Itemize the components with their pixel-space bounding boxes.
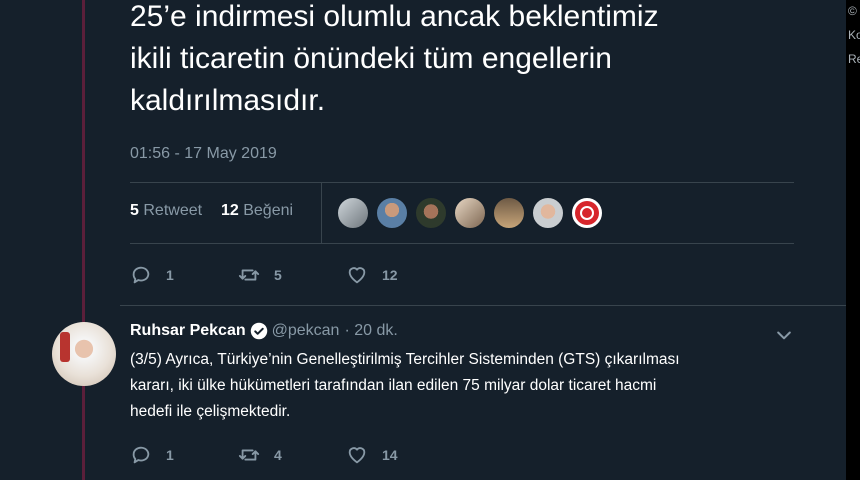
liker-avatar[interactable] <box>337 197 369 229</box>
retweets-stat[interactable]: 5 Retweet <box>130 202 202 219</box>
author-handle[interactable]: @pekcan <box>272 322 340 340</box>
tweet-text-line: hedefi ile çelişmektedir. <box>130 403 291 420</box>
like-button[interactable]: 12 <box>346 264 398 286</box>
liker-avatar[interactable] <box>493 197 525 229</box>
liker-avatar[interactable] <box>376 197 408 229</box>
liker-avatar[interactable] <box>454 197 486 229</box>
reply-tweet-text: (3/5) Ayrıca, Türkiye’nin Genelleştirilm… <box>130 347 780 425</box>
verified-badge-icon <box>250 322 267 340</box>
sidebar-fragment: Ko <box>848 28 860 42</box>
retweet-button[interactable]: 4 <box>238 444 282 466</box>
tweet-text-line: kaldırılmasıdır. <box>130 84 326 117</box>
heart-icon <box>348 267 366 284</box>
sidebar-fragment: Re <box>848 52 860 66</box>
like-button[interactable]: 14 <box>346 444 398 466</box>
tweet-separator <box>120 305 846 306</box>
retweet-icon <box>238 269 260 281</box>
thread-connector <box>82 0 85 480</box>
right-sidebar-edge: © Ko Re <box>846 0 860 480</box>
likes-stat[interactable]: 12 Beğeni <box>221 202 293 219</box>
sidebar-fragment: © <box>848 4 857 18</box>
reply-icon <box>132 446 150 464</box>
reply-button[interactable]: 1 <box>130 444 174 466</box>
divider <box>130 243 794 244</box>
tweet-age[interactable]: · 20 dk. <box>344 322 397 340</box>
retweet-button[interactable]: 5 <box>238 264 282 286</box>
tweet-timestamp[interactable]: 01:56 - 17 May 2019 <box>130 145 277 163</box>
divider <box>130 182 794 183</box>
main-tweet-text: 25’e indirmesi olumlu ancak beklentimiz … <box>130 0 830 122</box>
chevron-down-icon[interactable] <box>774 325 794 345</box>
engagement-stats: 5 Retweet 12 Beğeni <box>130 202 293 220</box>
tweet-text-line: kararı, iki ülke hükümetleri tarafından … <box>130 377 657 394</box>
avatar[interactable] <box>52 322 116 386</box>
author-name[interactable]: Ruhsar Pekcan <box>130 322 246 340</box>
retweet-icon <box>238 449 260 461</box>
liker-avatar[interactable] <box>571 197 603 229</box>
liker-avatar[interactable] <box>532 197 564 229</box>
heart-icon <box>348 447 366 464</box>
tweet-text-line: ikili ticaretin önündeki tüm engellerin <box>130 42 612 75</box>
tweet-header: Ruhsar Pekcan @pekcan · 20 dk. <box>130 322 398 340</box>
reply-icon <box>132 266 150 284</box>
reply-button[interactable]: 1 <box>130 264 174 286</box>
tweet-text-line: 25’e indirmesi olumlu ancak beklentimiz <box>130 0 659 33</box>
stats-separator <box>321 183 322 243</box>
tweet-text-line: (3/5) Ayrıca, Türkiye’nin Genelleştirilm… <box>130 351 680 368</box>
liker-avatar[interactable] <box>415 197 447 229</box>
